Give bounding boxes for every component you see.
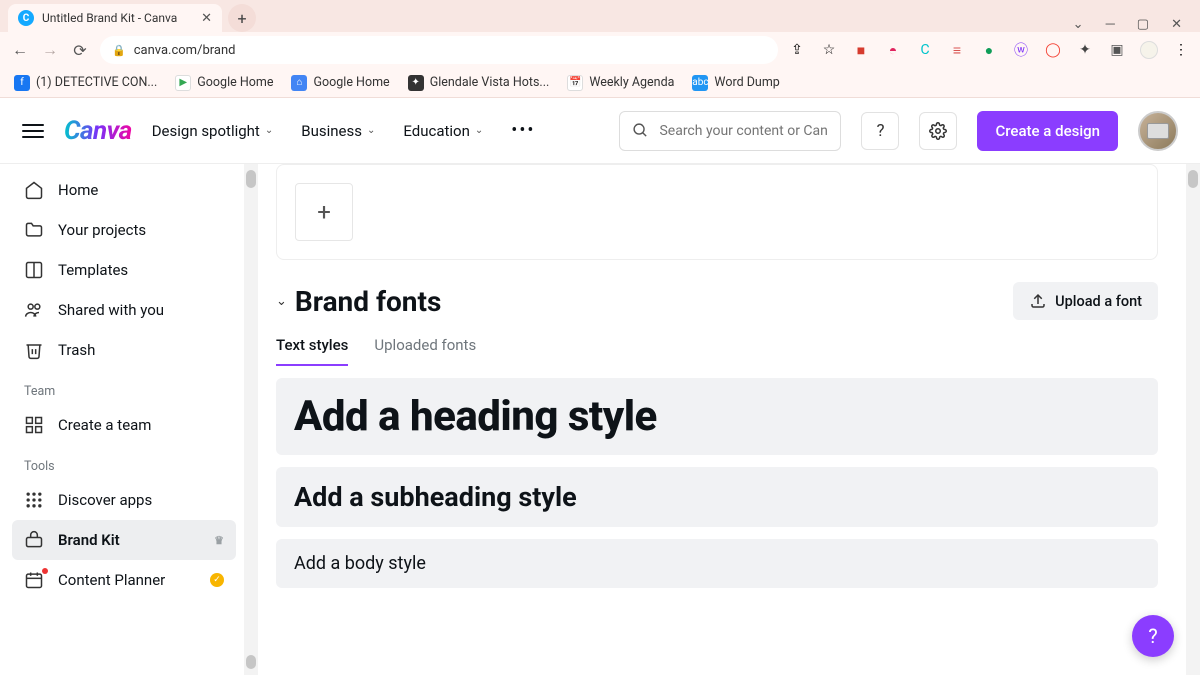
sidebar-item-discover-apps[interactable]: Discover apps — [12, 480, 236, 520]
forward-button[interactable]: → — [40, 40, 60, 60]
more-menu[interactable]: ••• — [511, 120, 535, 141]
kebab-menu-icon[interactable]: ⋮ — [1172, 41, 1190, 59]
bookmark-weekly-agenda[interactable]: 📅Weekly Agenda — [567, 75, 674, 91]
search-icon — [632, 122, 649, 139]
upload-icon — [1029, 292, 1047, 310]
main-scrollbar[interactable] — [1186, 164, 1200, 675]
tab-title: Untitled Brand Kit - Canva — [42, 11, 193, 25]
header-menus: Design spotlight⌄ Business⌄ Education⌄ •… — [152, 120, 536, 141]
sidebar-item-home[interactable]: Home — [12, 170, 236, 210]
ext-icon-7[interactable]: ◯ — [1044, 41, 1062, 59]
user-avatar[interactable] — [1138, 111, 1178, 151]
brand-fonts-header: ⌄ Brand fonts Upload a font — [258, 282, 1186, 326]
app-header: Canva Design spotlight⌄ Business⌄ Educat… — [0, 98, 1200, 164]
sidebar-scrollbar[interactable] — [244, 164, 258, 675]
create-team-icon — [24, 415, 44, 435]
bookmarks-bar: f(1) DETECTIVE CON... ▶Google Home ⌂Goog… — [0, 68, 1200, 98]
canva-logo[interactable]: Canva — [64, 116, 132, 146]
browser-tabstrip: C Untitled Brand Kit - Canva ✕ + ⌄ ─ ▢ ✕ — [0, 0, 1200, 32]
sidebar-header-tools: Tools — [12, 445, 236, 480]
sidebar-item-trash[interactable]: Trash — [12, 330, 236, 370]
sidebar-item-create-team[interactable]: Create a team — [12, 405, 236, 445]
main-content: + ⌄ Brand fonts Upload a font Text style… — [258, 164, 1186, 675]
tab-text-styles[interactable]: Text styles — [276, 336, 348, 366]
lock-icon: 🔒 — [112, 44, 126, 57]
bookmark-google-home-2[interactable]: ⌂Google Home — [291, 75, 389, 91]
sidebar-item-templates[interactable]: Templates — [12, 250, 236, 290]
canva-favicon: C — [18, 10, 34, 26]
ext-icon-3[interactable]: C — [916, 41, 934, 59]
bookmark-detective[interactable]: f(1) DETECTIVE CON... — [14, 75, 157, 91]
sidebar-header-team: Team — [12, 370, 236, 405]
bookmark-word-dump[interactable]: abcWord Dump — [692, 75, 779, 91]
bookmark-google-home-1[interactable]: ▶Google Home — [175, 75, 273, 91]
crown-icon: ♛ — [214, 534, 224, 547]
chevron-down-icon[interactable]: ⌄ — [1073, 17, 1084, 32]
close-window-icon[interactable]: ✕ — [1171, 17, 1182, 32]
search-box[interactable] — [619, 111, 841, 151]
hamburger-menu[interactable] — [22, 124, 44, 138]
address-row: ← → ⟳ 🔒 canva.com/brand ⇪ ☆ ■ ◓ C ≡ ● ⓦ … — [0, 32, 1200, 68]
panel-icon[interactable]: ▣ — [1108, 41, 1126, 59]
apps-icon — [24, 490, 44, 510]
help-button[interactable]: ? — [861, 112, 899, 150]
menu-design-spotlight[interactable]: Design spotlight⌄ — [152, 120, 274, 141]
window-controls: ⌄ ─ ▢ ✕ — [1073, 16, 1200, 32]
tab-uploaded-fonts[interactable]: Uploaded fonts — [374, 336, 476, 366]
sidebar: Home Your projects Templates Shared with… — [0, 164, 244, 675]
ext-icon-4[interactable]: ≡ — [948, 41, 966, 59]
style-subheading[interactable]: Add a subheading style — [276, 467, 1158, 527]
extensions-icon[interactable]: ✦ — [1076, 41, 1094, 59]
brand-assets-section: + — [276, 164, 1158, 260]
templates-icon — [24, 260, 44, 280]
ext-icon-6[interactable]: ⓦ — [1012, 41, 1030, 59]
address-bar[interactable]: 🔒 canva.com/brand — [100, 36, 778, 64]
minimize-icon[interactable]: ─ — [1106, 16, 1115, 32]
menu-education[interactable]: Education⌄ — [403, 120, 483, 141]
close-tab-icon[interactable]: ✕ — [201, 11, 212, 26]
canva-app: Canva Design spotlight⌄ Business⌄ Educat… — [0, 98, 1200, 675]
maximize-icon[interactable]: ▢ — [1137, 17, 1149, 32]
text-style-list: Add a heading style Add a subheading sty… — [258, 366, 1186, 588]
browser-tab[interactable]: C Untitled Brand Kit - Canva ✕ — [8, 4, 222, 32]
new-tab-button[interactable]: + — [228, 4, 256, 32]
settings-button[interactable] — [919, 112, 957, 150]
brandkit-icon — [24, 530, 44, 550]
help-fab[interactable]: ? — [1132, 615, 1174, 657]
calendar-icon — [24, 570, 44, 590]
bookmark-glendale[interactable]: ✦Glendale Vista Hots... — [408, 75, 550, 91]
sidebar-item-projects[interactable]: Your projects — [12, 210, 236, 250]
create-design-button[interactable]: Create a design — [977, 111, 1118, 151]
ext-icon-2[interactable]: ◓ — [884, 41, 902, 59]
section-title: Brand fonts — [295, 285, 441, 318]
badge-icon: ✓ — [210, 573, 224, 587]
ext-icon-5[interactable]: ● — [980, 41, 998, 59]
people-icon — [24, 300, 44, 320]
chevron-down-icon: ⌄ — [475, 125, 483, 136]
add-asset-button[interactable]: + — [295, 183, 353, 241]
share-icon[interactable]: ⇪ — [788, 41, 806, 59]
profile-icon[interactable] — [1140, 41, 1158, 59]
trash-icon — [24, 340, 44, 360]
style-heading[interactable]: Add a heading style — [276, 378, 1158, 455]
ext-icon-1[interactable]: ■ — [852, 41, 870, 59]
reload-button[interactable]: ⟳ — [70, 41, 90, 60]
folder-icon — [24, 220, 44, 240]
sidebar-item-shared[interactable]: Shared with you — [12, 290, 236, 330]
search-input[interactable] — [659, 123, 828, 139]
chevron-down-icon: ⌄ — [276, 294, 287, 309]
sidebar-item-brand-kit[interactable]: Brand Kit ♛ — [12, 520, 236, 560]
back-button[interactable]: ← — [10, 40, 30, 60]
url-text: canva.com/brand — [134, 43, 236, 58]
home-icon — [24, 180, 44, 200]
menu-business[interactable]: Business⌄ — [301, 120, 375, 141]
font-tabs: Text styles Uploaded fonts — [258, 326, 1186, 366]
star-icon[interactable]: ☆ — [820, 41, 838, 59]
chevron-down-icon: ⌄ — [367, 125, 375, 136]
sidebar-item-content-planner[interactable]: Content Planner ✓ — [12, 560, 236, 600]
style-body[interactable]: Add a body style — [276, 539, 1158, 588]
upload-font-button[interactable]: Upload a font — [1013, 282, 1158, 320]
chevron-down-icon: ⌄ — [265, 125, 273, 136]
brand-fonts-toggle[interactable]: ⌄ Brand fonts — [276, 285, 441, 318]
